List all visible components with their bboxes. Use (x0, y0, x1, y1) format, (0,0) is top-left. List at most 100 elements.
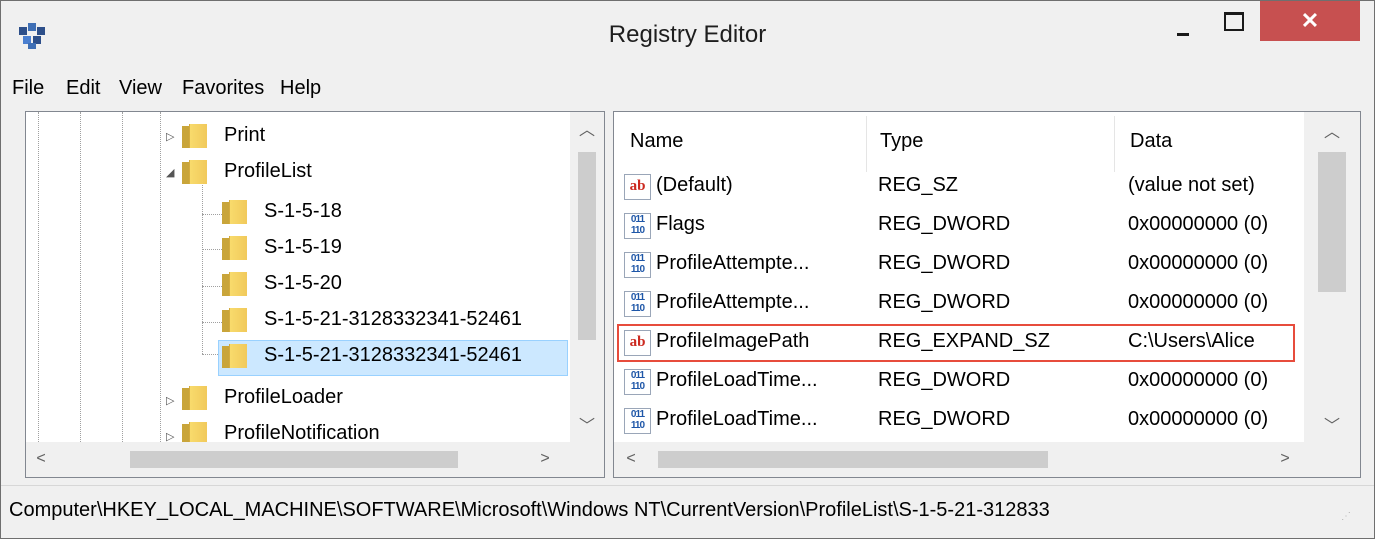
folder-icon (222, 308, 247, 332)
tree-horizontal-scrollbar[interactable]: < > (26, 442, 604, 477)
folder-icon (222, 236, 247, 260)
menu-file[interactable]: File (12, 77, 44, 100)
value-type: REG_DWORD (878, 291, 1011, 313)
value-data: 0x00000000 (0) (1128, 369, 1269, 391)
tree-guide-line (202, 178, 203, 354)
binary-value-icon: 011 110 (624, 252, 651, 278)
tree-item-label: S-1-5-19 (264, 236, 342, 258)
table-row[interactable]: ab (Default) REG_SZ (value not set) (614, 168, 1304, 206)
tree-guide-line (160, 112, 161, 442)
table-row[interactable]: 011 110 Flags REG_DWORD 0x00000000 (0) (614, 207, 1304, 245)
close-button[interactable]: ✕ (1260, 1, 1360, 41)
list-vertical-scrollbar[interactable]: ︿ ﹀ (1304, 112, 1360, 442)
table-row[interactable]: 011 110 ProfileLoadTime... REG_DWORD 0x0… (614, 363, 1304, 401)
value-name: Flags (656, 213, 705, 235)
scroll-down-arrow-icon[interactable]: ﹀ (570, 412, 604, 436)
value-type: REG_DWORD (878, 252, 1011, 274)
folder-icon (182, 386, 207, 410)
tree-guide-line (202, 322, 222, 323)
column-header-name[interactable]: Name (630, 130, 683, 153)
binary-value-icon: 011 110 (624, 408, 651, 434)
tree-guide-line (80, 112, 81, 442)
tree-guide-line (202, 214, 222, 215)
value-name: ProfileLoadTime... (656, 369, 818, 391)
menu-view[interactable]: View (119, 77, 162, 100)
value-type: REG_EXPAND_SZ (878, 330, 1050, 352)
scroll-thumb[interactable] (578, 152, 596, 340)
table-row[interactable]: 011 110 ProfileLoadTime... REG_DWORD 0x0… (614, 402, 1304, 440)
menu-favorites[interactable]: Favorites (182, 77, 264, 100)
value-name: ProfileImagePath (656, 330, 810, 352)
list-horizontal-scrollbar[interactable]: < > (614, 442, 1360, 477)
tree-guide-line (122, 112, 123, 442)
value-data: 0x00000000 (0) (1128, 252, 1269, 274)
value-type: REG_DWORD (878, 369, 1011, 391)
resize-grip-icon[interactable]: ⋰ (1341, 512, 1361, 534)
value-name: ProfileAttempte... (656, 252, 810, 274)
scroll-thumb[interactable] (1318, 152, 1346, 292)
binary-value-icon: 011 110 (624, 291, 651, 317)
table-row[interactable]: 011 110 ProfileAttempte... REG_DWORD 0x0… (614, 246, 1304, 284)
scroll-left-arrow-icon[interactable]: < (620, 450, 642, 468)
folder-icon (222, 272, 247, 296)
column-divider[interactable] (1114, 116, 1115, 172)
values-list-pane[interactable]: Name Type Data ab (Default) REG_SZ (valu… (613, 111, 1361, 478)
scroll-thumb[interactable] (658, 451, 1048, 468)
value-name: ProfileAttempte... (656, 291, 810, 313)
close-icon: ✕ (1300, 8, 1320, 33)
scroll-right-arrow-icon[interactable]: > (1274, 450, 1296, 468)
tree-guide-line (202, 286, 222, 287)
registry-path: Computer\HKEY_LOCAL_MACHINE\SOFTWARE\Mic… (9, 499, 1050, 521)
value-name: ProfileLoadTime... (656, 408, 818, 430)
scroll-right-arrow-icon[interactable]: > (534, 450, 556, 468)
tree-item-label: ProfileLoader (224, 386, 343, 408)
column-header-type[interactable]: Type (880, 130, 923, 153)
scroll-up-arrow-icon[interactable]: ︿ (570, 116, 604, 140)
folder-icon (182, 160, 207, 184)
tree-guide-line (202, 249, 222, 250)
value-data: 0x00000000 (0) (1128, 408, 1269, 430)
scroll-down-arrow-icon[interactable]: ﹀ (1304, 412, 1360, 436)
tree-item-label: S-1-5-20 (264, 272, 342, 294)
folder-icon (222, 200, 247, 224)
value-data: 0x00000000 (0) (1128, 213, 1269, 235)
title-bar[interactable]: Registry Editor ✕ (1, 1, 1374, 71)
menu-help[interactable]: Help (280, 77, 321, 100)
tree-item-label: S-1-5-21-3128332341-52461 (264, 344, 522, 366)
expand-arrow-icon[interactable]: ▷ (166, 130, 174, 143)
value-type: REG_DWORD (878, 408, 1011, 430)
tree-item-label: S-1-5-18 (264, 200, 342, 222)
value-name: (Default) (656, 174, 733, 196)
table-row[interactable]: 011 110 ProfileAttempte... REG_DWORD 0x0… (614, 285, 1304, 323)
folder-icon (222, 344, 247, 368)
maximize-button[interactable] (1211, 1, 1257, 45)
string-value-icon: ab (624, 330, 651, 356)
registry-tree-pane[interactable]: ▷ Print ◢ ProfileList S-1-5-18 S-1-5-19 … (25, 111, 605, 478)
column-header-data[interactable]: Data (1130, 130, 1172, 153)
table-row-highlighted[interactable]: ab ProfileImagePath REG_EXPAND_SZ C:\Use… (614, 324, 1304, 362)
binary-value-icon: 011 110 (624, 369, 651, 395)
column-divider[interactable] (866, 116, 867, 172)
value-data: (value not set) (1128, 174, 1255, 196)
folder-icon (182, 124, 207, 148)
expand-arrow-icon[interactable]: ▷ (166, 394, 174, 407)
value-data: C:\Users\Alice (1128, 330, 1255, 352)
scroll-up-arrow-icon[interactable]: ︿ (1304, 118, 1360, 142)
tree-item-label: ProfileList (224, 160, 312, 182)
minimize-button[interactable] (1161, 1, 1207, 45)
value-type: REG_DWORD (878, 213, 1011, 235)
tree-guide-line (38, 112, 39, 442)
scroll-thumb[interactable] (130, 451, 458, 468)
registry-editor-window: Registry Editor ✕ File Edit View Favorit… (0, 0, 1375, 539)
collapse-arrow-icon[interactable]: ◢ (166, 166, 174, 179)
menu-edit[interactable]: Edit (66, 77, 100, 100)
tree-vertical-scrollbar[interactable]: ︿ ﹀ (570, 112, 604, 442)
scroll-left-arrow-icon[interactable]: < (30, 450, 52, 468)
menu-bar: File Edit View Favorites Help (1, 75, 1374, 105)
status-bar: Computer\HKEY_LOCAL_MACHINE\SOFTWARE\Mic… (1, 485, 1374, 538)
value-data: 0x00000000 (0) (1128, 291, 1269, 313)
binary-value-icon: 011 110 (624, 213, 651, 239)
tree-item-label: S-1-5-21-3128332341-52461 (264, 308, 522, 330)
string-value-icon: ab (624, 174, 651, 200)
tree-item-label: Print (224, 124, 266, 146)
